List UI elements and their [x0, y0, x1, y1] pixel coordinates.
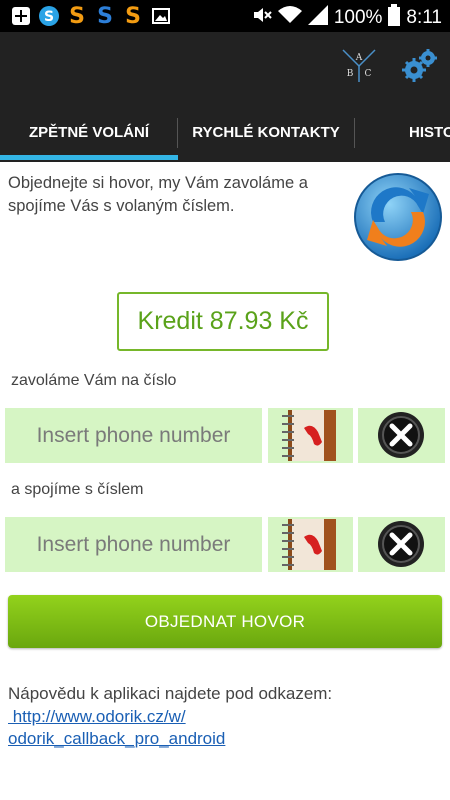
target-phone-input[interactable] — [5, 517, 262, 572]
credit-display: Kredit 87.93 Kč — [117, 292, 329, 351]
settings-gears-icon[interactable] — [400, 48, 440, 84]
svg-text:A: A — [355, 53, 363, 63]
s-icon-blue: S — [94, 5, 116, 27]
close-icon — [378, 521, 424, 567]
clear-field-button-2[interactable] — [358, 517, 445, 572]
help-text: Nápovědu k aplikaci najdete pod odkazem: — [8, 684, 333, 703]
wifi-icon — [277, 5, 302, 31]
abc-keyboard-icon[interactable]: A B C — [339, 46, 379, 86]
address-book-icon — [282, 519, 336, 570]
tab-quick-contacts[interactable]: RYCHLÉ KONTAKTY — [178, 108, 354, 158]
system-icons: 100% 8:11 — [252, 4, 442, 32]
help-link-line1[interactable]: http://www.odorik.cz/w/ — [8, 707, 186, 726]
pick-contact-button[interactable] — [268, 408, 353, 463]
svg-text:B: B — [347, 69, 354, 79]
tab-history[interactable]: HISTO — [354, 108, 450, 158]
status-bar: S S S S 100% 8:11 — [0, 0, 450, 32]
order-call-button[interactable]: OBJEDNAT HOVOR — [8, 595, 442, 648]
clock: 8:11 — [406, 7, 442, 28]
help-link[interactable]: http://www.odorik.cz/w/ odorik_callback_… — [8, 706, 388, 750]
refresh-icon[interactable] — [353, 172, 443, 262]
action-bar: A B C — [0, 32, 450, 108]
intro-text: Objednejte si hovor, my Vám zavoláme a s… — [8, 174, 308, 215]
svg-text:S: S — [97, 5, 113, 27]
notification-icons: S S S S — [10, 5, 172, 27]
signal-icon — [307, 5, 328, 31]
tab-callback[interactable]: ZPĚTNÉ VOLÁNÍ — [0, 108, 178, 158]
svg-text:S: S — [44, 9, 54, 25]
my-phone-input[interactable] — [5, 408, 262, 463]
skype-icon: S — [38, 5, 60, 27]
tab-bar: ZPĚTNÉ VOLÁNÍ RYCHLÉ KONTAKTY HISTO — [0, 108, 450, 162]
active-tab-indicator — [0, 155, 178, 160]
clear-field-button[interactable] — [358, 408, 445, 463]
svg-text:S: S — [125, 5, 141, 27]
svg-text:S: S — [69, 5, 85, 27]
battery-level: 100% — [333, 7, 383, 28]
s-icon-orange: S — [66, 5, 88, 27]
address-book-icon — [282, 410, 336, 461]
connect-to-label: a spojíme s číslem — [11, 481, 144, 498]
mute-icon — [252, 6, 272, 30]
image-icon — [150, 5, 172, 27]
call-me-label: zavoláme Vám na číslo — [11, 372, 177, 389]
plus-icon — [10, 5, 32, 27]
help-link-line2[interactable]: odorik_callback_pro_android — [8, 729, 225, 748]
battery-icon — [388, 4, 401, 32]
svg-text:C: C — [365, 69, 372, 79]
pick-contact-button-2[interactable] — [268, 517, 353, 572]
close-icon — [378, 412, 424, 458]
s-icon-orange-2: S — [122, 5, 144, 27]
